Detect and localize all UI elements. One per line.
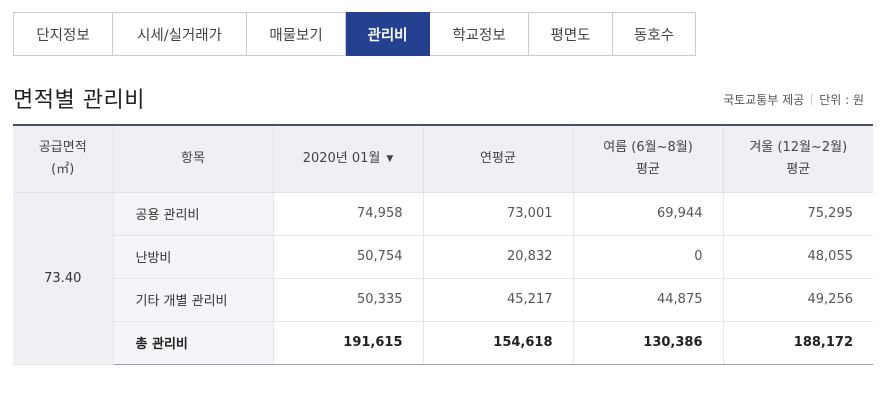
month-value: 50,335 [272,278,423,322]
month-value: 191,615 [272,321,423,365]
header-area: 공급면적 (㎡) [13,125,113,193]
tab-school-info[interactable]: 학교정보 [430,12,529,56]
unit-text: 단위 : 원 [819,93,864,107]
table-row-total: 총 관리비 191,615 154,618 130,386 188,172 [13,321,873,365]
header-month[interactable]: 2020년 01월 ▼ [272,125,423,193]
header-summer-sub: 평균 [636,161,660,177]
table-row: 기타 개별 관리비 50,335 45,217 44,875 49,256 [13,278,873,322]
table-header-row: 공급면적 (㎡) 항목 2020년 01월 ▼ 연평균 여름 (6월~8월) 평균… [13,125,873,193]
header-winter: 겨울 (12월~2월) 평균 [722,125,873,193]
header-summer-label: 여름 (6월~8월) [603,139,693,155]
caret-down-icon[interactable]: ▼ [386,148,393,170]
winter-value: 49,256 [722,278,873,322]
header-winter-sub: 평균 [786,161,811,177]
header-item: 항목 [112,125,273,193]
tab-maintenance-fee[interactable]: 관리비 [346,12,430,56]
month-value: 50,754 [272,235,423,279]
tab-price-transactions[interactable]: 시세/실거래가 [113,12,247,56]
month-select-label[interactable]: 2020년 01월 [303,151,381,166]
item-label: 총 관리비 [112,321,273,365]
month-value: 74,958 [272,192,423,236]
header-area-label: 공급면적 [38,139,87,155]
meta-divider [811,94,813,105]
yearly-value: 73,001 [422,192,573,236]
item-label: 기타 개별 관리비 [112,278,273,322]
section-title: 면적별 관리비 [13,88,145,113]
header-area-unit: (㎡) [51,161,75,177]
source-text: 국토교통부 제공 [723,93,805,107]
summer-value: 0 [572,235,723,279]
yearly-value: 20,832 [422,235,573,279]
tab-building-unit[interactable]: 동호수 [613,12,696,56]
tab-floor-plan[interactable]: 평면도 [529,12,613,56]
area-value: 73.40 [13,192,113,365]
header-yearly: 연평균 [422,125,573,193]
source-meta: 국토교통부 제공 단위 : 원 [723,91,864,108]
tab-complex-info[interactable]: 단지정보 [13,12,113,56]
yearly-value: 45,217 [422,278,573,322]
winter-value: 48,055 [722,235,873,279]
table-row: 73.40 공용 관리비 74,958 73,001 69,944 75,295 [13,192,873,365]
summer-value: 44,875 [572,278,723,322]
winter-value: 75,295 [722,192,873,236]
tab-bar: 단지정보 시세/실거래가 매물보기 관리비 학교정보 평면도 동호수 [13,12,696,56]
winter-value: 188,172 [722,321,873,365]
yearly-value: 154,618 [422,321,573,365]
header-winter-label: 겨울 (12월~2월) [749,139,848,155]
header-summer: 여름 (6월~8월) 평균 [572,125,723,193]
tab-listings[interactable]: 매물보기 [247,12,346,56]
table-row: 난방비 50,754 20,832 0 48,055 [13,235,873,279]
summer-value: 69,944 [572,192,723,236]
maintenance-fee-table: 공급면적 (㎡) 항목 2020년 01월 ▼ 연평균 여름 (6월~8월) 평균… [13,124,873,365]
item-label: 공용 관리비 [112,192,273,236]
item-label: 난방비 [112,235,273,279]
summer-value: 130,386 [572,321,723,365]
